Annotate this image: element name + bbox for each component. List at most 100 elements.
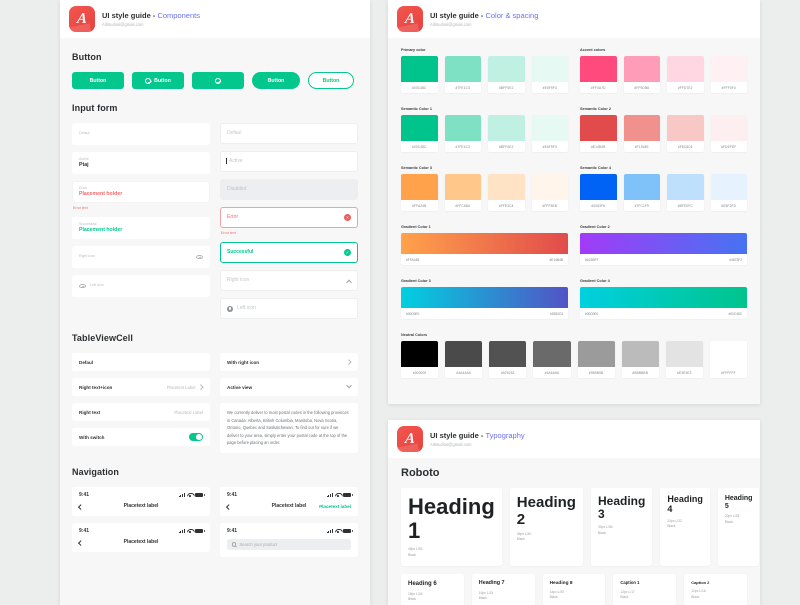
color-swatch[interactable]: #7FC1F9 <box>623 174 660 211</box>
color-swatch[interactable]: #FFF5EB <box>531 174 568 211</box>
gradient-chip <box>580 233 747 254</box>
error-close-icon[interactable]: × <box>344 214 351 221</box>
gradient-swatch[interactable]: #00D0E0 #5353C5 <box>401 287 568 319</box>
color-swatch[interactable]: #F8C8C6 <box>667 115 704 152</box>
gradient-group: Gradient Color 1 #FFA24B #E14B4B <box>401 225 568 265</box>
boxed-input-active[interactable]: Active <box>220 151 358 172</box>
typography-card[interactable]: Heading 6 18px L/24 Black <box>401 573 464 605</box>
input-default[interactable]: Defaul <box>72 123 210 145</box>
artboard-title-accent: Components <box>157 10 200 20</box>
button-icon-only[interactable] <box>192 72 244 89</box>
color-group-pair: Semantic Color 1 #00C48C #7FE1C3 #BFF0E2 #E6… <box>401 107 747 166</box>
color-swatch[interactable]: #7FE1C3 <box>444 56 481 93</box>
app-logo-icon: A <box>397 426 423 452</box>
artboard-typography: A UI style guide - Typography Altstudios… <box>388 420 760 605</box>
color-swatch[interactable]: #FF9DB8 <box>623 56 660 93</box>
typography-card[interactable]: Heading 4 24px L/32 Black <box>660 488 710 566</box>
color-swatch[interactable]: #0063F6 <box>580 174 617 211</box>
color-swatch[interactable]: #FDEFEF <box>710 115 747 152</box>
typography-card[interactable]: Heading 7 16px L/24 Black <box>471 573 535 605</box>
color-swatch[interactable]: #6A6A6A <box>533 341 571 378</box>
gradient-hex-from: #A23BF7 <box>585 257 599 262</box>
input-success[interactable]: Successful Placement holder <box>72 217 210 239</box>
boxed-input-success[interactable]: Successful ✓ <box>220 242 358 263</box>
color-swatch[interactable]: #000000 <box>401 341 439 378</box>
typography-card[interactable]: Caption 2 12px L/16 Black <box>684 573 747 605</box>
typography-card[interactable]: Heading 5 20px L/28 Black <box>717 488 760 566</box>
color-swatch[interactable]: #4A4A4A <box>445 341 483 378</box>
back-arrow-icon[interactable] <box>78 503 84 509</box>
color-swatch[interactable]: #00C48C <box>401 56 438 93</box>
input-error[interactable]: Error Placement holder <box>72 181 210 203</box>
typography-card[interactable]: Caption 1 12px L/17 Black <box>613 573 677 605</box>
gradient-swatch[interactable]: #FFA24B #E14B4B <box>401 233 568 265</box>
chevron-down-icon[interactable] <box>346 382 352 389</box>
cell-default-label: Defaul <box>79 359 94 365</box>
cell-default[interactable]: Defaul <box>72 353 210 371</box>
typography-card[interactable]: Heading 1 48px L/52 Black <box>401 488 502 566</box>
gradient-swatch[interactable]: #A23BF7 #4673F2 <box>580 233 747 265</box>
color-swatch-chip <box>621 341 659 367</box>
boxed-input-lock[interactable]: Left icon <box>220 298 358 319</box>
cell-right-icon-label: With right icon <box>227 359 260 365</box>
button-solid-with-icon[interactable]: Button <box>132 72 184 89</box>
typography-card[interactable]: Heading 3 30px L/36 Black <box>590 488 653 566</box>
back-arrow-icon[interactable] <box>226 503 232 509</box>
color-swatch[interactable]: #E3E3E3 <box>665 341 703 378</box>
typography-style: Black <box>408 596 417 601</box>
color-swatch[interactable]: #00C48C <box>401 115 438 152</box>
color-swatch[interactable]: #FFA24B <box>401 174 438 211</box>
color-swatch[interactable]: #FF4A7D <box>580 56 617 93</box>
input-left-icon[interactable]: Left icon <box>72 275 210 297</box>
eye-icon[interactable] <box>79 283 86 289</box>
typography-style: Black <box>620 594 629 599</box>
typography-card[interactable]: Heading 2 36px L/40 Black <box>509 488 583 566</box>
color-swatch[interactable]: #F1918E <box>623 115 660 152</box>
cell-with-right-icon[interactable]: With right icon <box>220 353 358 371</box>
color-group: Neutral Colors #000000 #4A4A4A #525252 #6A6A… <box>401 333 747 378</box>
typography-meta: 36px L/40 Black <box>517 532 576 543</box>
color-swatch[interactable]: #BFE0FC <box>667 174 704 211</box>
nav-bar-action[interactable]: Placetext label <box>319 504 351 509</box>
cellular-signal-icon <box>178 528 185 534</box>
color-swatch[interactable]: #FFC88A <box>444 174 481 211</box>
search-placeholder: Search your product <box>239 541 278 547</box>
typography-card[interactable]: Heading 8 14px L/20 Black <box>542 573 606 605</box>
eye-icon[interactable] <box>196 254 203 260</box>
color-group-pair: Semantic Color 3 #FFA24B #FFC88A #FFE3C4 #FF… <box>401 166 747 225</box>
color-swatch[interactable]: #BFF0E2 <box>488 115 525 152</box>
chevron-right-icon <box>346 359 352 365</box>
color-swatch[interactable]: #FFFFFF <box>709 341 747 378</box>
boxed-input-error[interactable]: Error × <box>220 207 358 228</box>
color-swatch[interactable]: #FFE3C4 <box>488 174 525 211</box>
color-swatch[interactable]: #FFF0F4 <box>710 56 747 93</box>
color-swatch[interactable]: #525252 <box>489 341 527 378</box>
color-swatch[interactable]: #BFF0E2 <box>488 56 525 93</box>
input-active[interactable]: Active Ptaj <box>72 152 210 174</box>
search-field[interactable]: Search your product <box>227 538 351 550</box>
color-swatch[interactable]: #BBBBBB <box>621 341 659 378</box>
color-swatch-hex: #7FE1C3 <box>455 144 471 149</box>
color-swatch[interactable]: #E14B4B <box>580 115 617 152</box>
boxed-input-default[interactable]: Defaul <box>220 123 358 144</box>
cell-active-view[interactable]: Active view <box>220 378 358 396</box>
chevron-up-icon[interactable] <box>346 279 352 285</box>
input-right-icon[interactable]: Right icon <box>72 246 210 268</box>
button-solid[interactable]: Button <box>72 72 124 89</box>
cell-right-text-icon[interactable]: Right text+icon Placetext Label <box>72 378 210 396</box>
button-pill[interactable]: Button <box>252 72 300 89</box>
color-swatch[interactable]: #E6F2FD <box>710 174 747 211</box>
color-swatch-hex: #525252 <box>501 370 515 375</box>
boxed-input-dropdown[interactable]: Right icon <box>220 270 358 291</box>
color-swatch[interactable]: #7FE1C3 <box>444 115 481 152</box>
button-outline[interactable]: Button <box>308 72 354 89</box>
color-swatch[interactable]: #9B9B9B <box>577 341 615 378</box>
color-swatch[interactable]: #E6F9F3 <box>531 115 568 152</box>
color-swatch[interactable]: #FFD7E2 <box>667 56 704 93</box>
back-arrow-icon[interactable] <box>78 539 84 545</box>
cell-with-switch[interactable]: With switch <box>72 428 210 446</box>
gradient-swatch[interactable]: #00D0E0 #00C48C <box>580 287 747 319</box>
color-swatch[interactable]: #E6F9F3 <box>531 56 568 93</box>
cell-right-text[interactable]: Right text Placetext Label <box>72 403 210 421</box>
toggle-switch[interactable] <box>189 433 203 441</box>
